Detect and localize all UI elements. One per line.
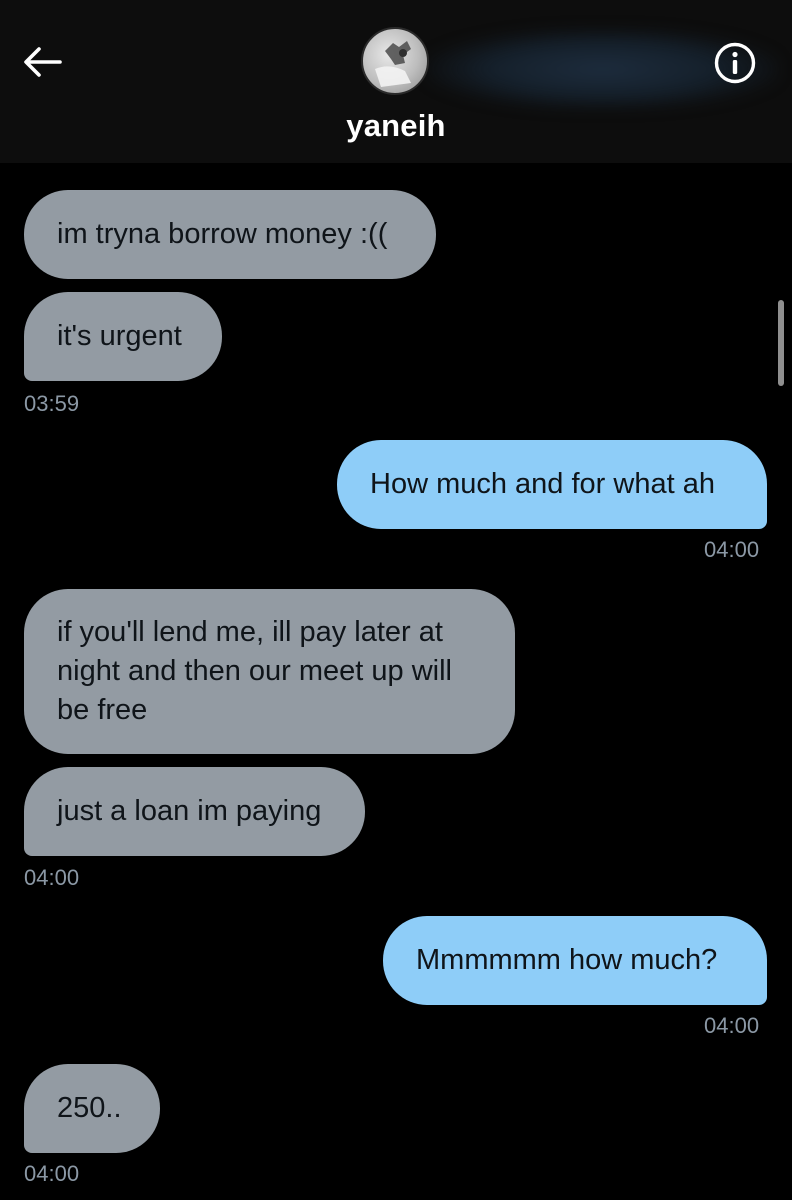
scrollbar[interactable] xyxy=(778,300,784,386)
message-bubble-incoming[interactable]: im tryna borrow money :(( xyxy=(24,190,436,279)
message-text: 250.. xyxy=(57,1092,122,1124)
message-text: just a loan im paying xyxy=(57,795,322,827)
avatar[interactable] xyxy=(361,27,429,95)
info-circle-icon xyxy=(714,42,756,84)
conversation-header: yaneih xyxy=(0,0,792,163)
info-button[interactable] xyxy=(712,40,758,86)
message-text: How much and for what ah xyxy=(370,468,715,500)
avatar-image xyxy=(375,41,411,87)
message-timestamp: 04:00 xyxy=(24,1161,80,1186)
message-text: Mmmmmm how much? xyxy=(416,944,718,976)
message-text: it's urgent xyxy=(57,320,182,352)
message-timestamp: 04:00 xyxy=(704,1013,760,1038)
message-text: im tryna borrow money :(( xyxy=(57,218,388,250)
message-bubble-incoming[interactable]: if you'll lend me, ill pay later at nigh… xyxy=(24,589,515,754)
message-bubble-incoming[interactable]: just a loan im paying xyxy=(24,767,365,856)
arrow-left-icon xyxy=(24,47,62,77)
message-timestamp: 03:59 xyxy=(24,391,80,416)
message-bubble-incoming[interactable]: 250.. xyxy=(24,1064,160,1153)
message-bubble-outgoing[interactable]: How much and for what ah xyxy=(337,440,767,529)
conversation-username[interactable]: yaneih xyxy=(0,108,792,144)
back-button[interactable] xyxy=(20,40,64,84)
message-bubble-outgoing[interactable]: Mmmmmm how much? xyxy=(383,916,767,1005)
message-text: if you'll lend me, ill pay later at nigh… xyxy=(57,616,452,726)
message-bubble-incoming[interactable]: it's urgent xyxy=(24,292,222,381)
message-timestamp: 04:00 xyxy=(24,865,80,890)
message-timestamp: 04:00 xyxy=(704,537,760,562)
